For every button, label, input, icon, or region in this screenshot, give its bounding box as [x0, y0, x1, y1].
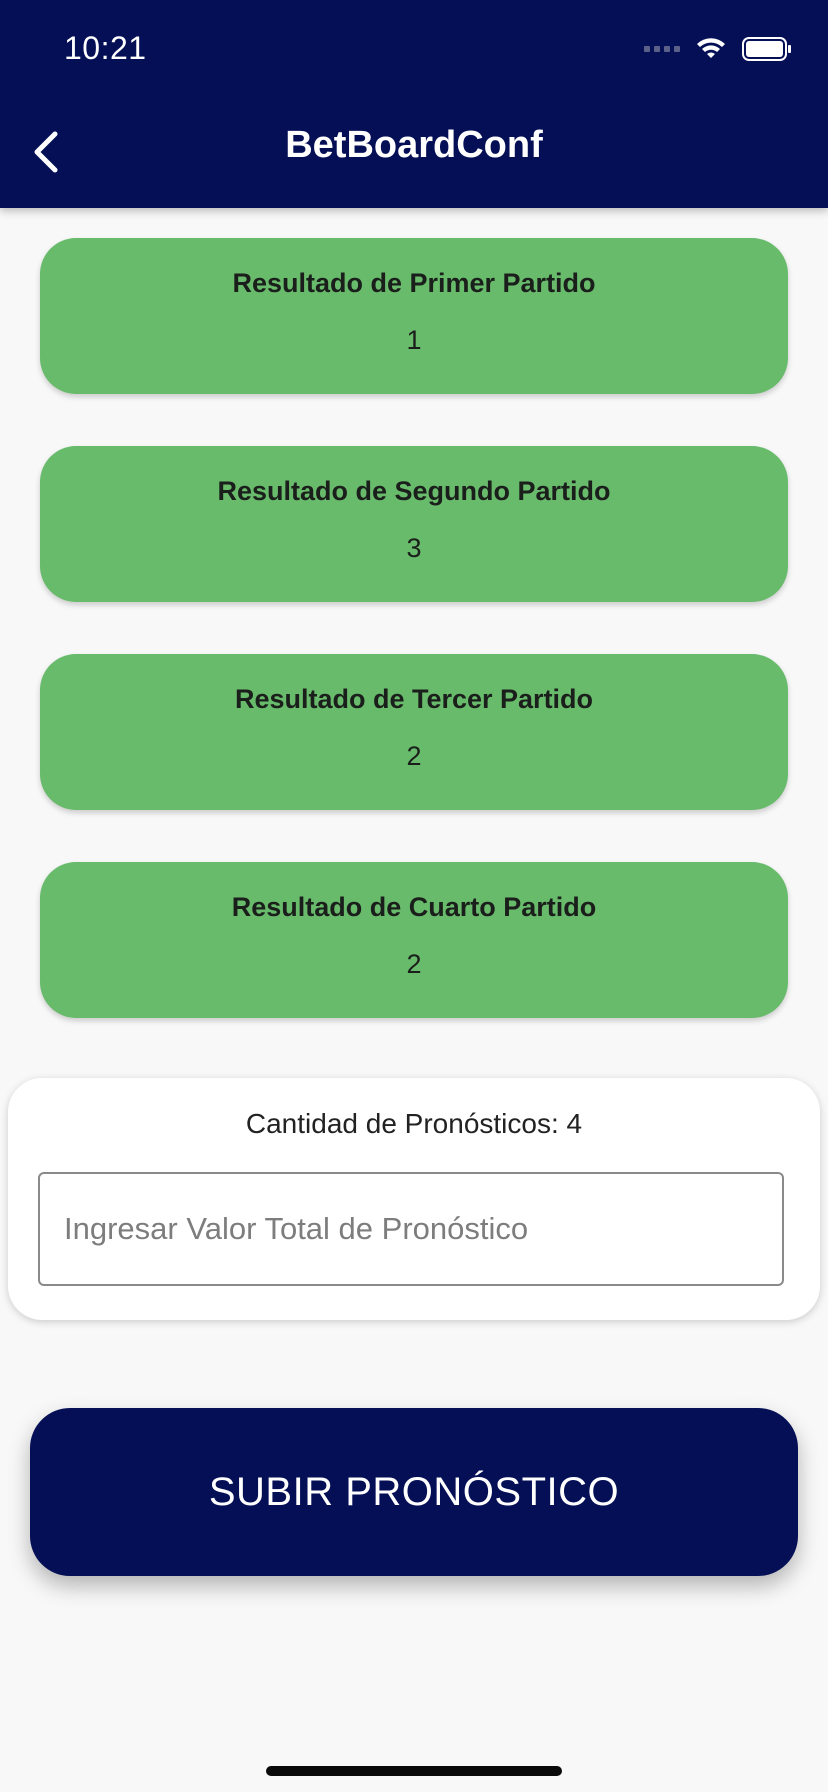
battery-icon: [742, 37, 791, 61]
results-list: Resultado de Primer Partido 1 Resultado …: [40, 238, 788, 1070]
result-card-1[interactable]: Resultado de Primer Partido 1: [40, 238, 788, 394]
app-bar: 10:21 BetBoardConf: [0, 0, 828, 208]
result-card-value: 2: [406, 949, 422, 979]
status-time: 10:21: [64, 30, 147, 66]
result-card-3[interactable]: Resultado de Tercer Partido 2: [40, 654, 788, 810]
forecast-panel: Cantidad de Pronósticos: 4: [8, 1078, 820, 1320]
page-title: BetBoardConf: [285, 124, 543, 166]
result-card-label: Resultado de Tercer Partido: [234, 684, 594, 714]
forecast-count: Cantidad de Pronósticos: 4: [245, 1108, 583, 1139]
result-card-label: Resultado de Cuarto Partido: [231, 892, 597, 922]
wifi-icon: [697, 38, 725, 58]
total-value-field[interactable]: [38, 1172, 784, 1286]
result-card-value: 2: [406, 741, 422, 771]
cellular-signal-icon: [644, 46, 680, 52]
result-card-2[interactable]: Resultado de Segundo Partido 3: [40, 446, 788, 602]
submit-forecast-button[interactable]: SUBIR PRONÓSTICO: [30, 1408, 798, 1576]
status-icons: [644, 36, 792, 62]
result-card-4[interactable]: Resultado de Cuarto Partido 2: [40, 862, 788, 1018]
home-indicator[interactable]: [266, 1766, 562, 1776]
result-card-label: Resultado de Segundo Partido: [217, 476, 611, 506]
total-value-input[interactable]: [62, 1210, 766, 1248]
result-card-value: 3: [406, 533, 422, 563]
result-card-value: 1: [406, 325, 422, 355]
result-card-label: Resultado de Primer Partido: [232, 268, 596, 298]
submit-forecast-label: SUBIR PRONÓSTICO: [208, 1469, 620, 1514]
